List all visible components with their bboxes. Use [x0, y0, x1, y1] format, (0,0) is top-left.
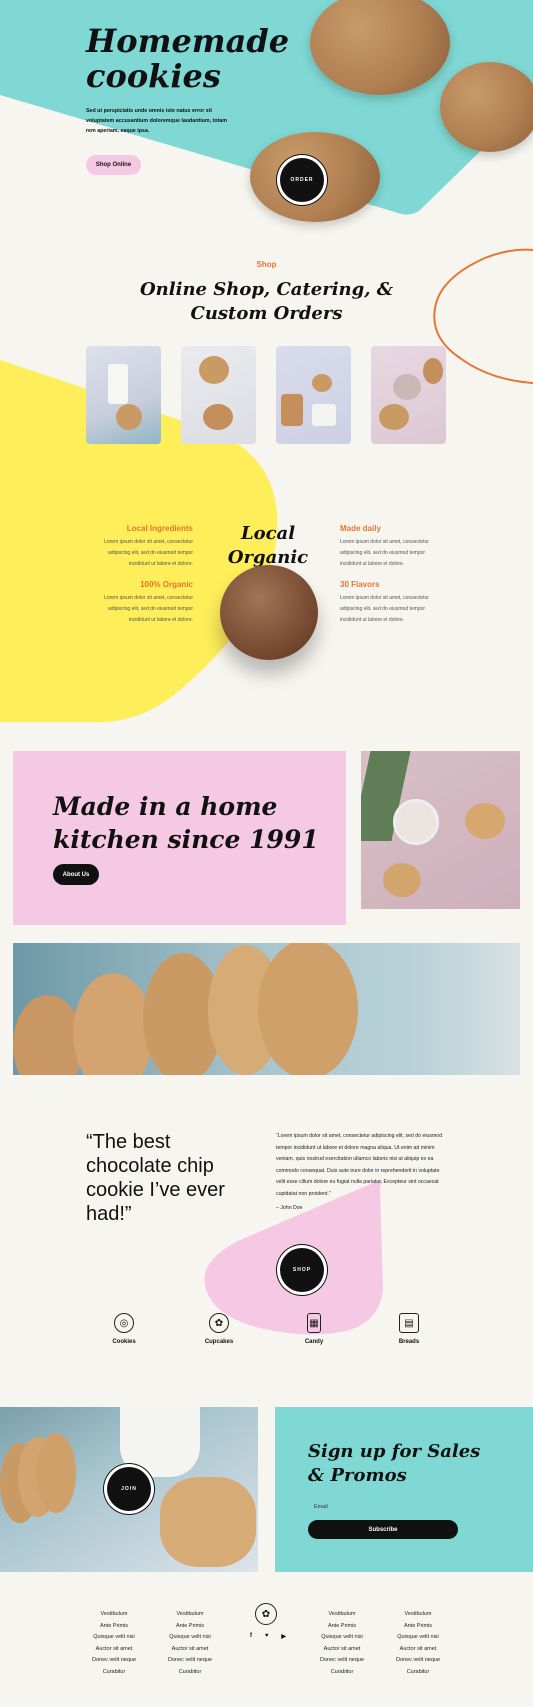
local-organic-heading: Local Organic [227, 523, 309, 568]
category-candy[interactable]: ▦ Candy [284, 1313, 344, 1345]
footer-link[interactable]: Curabitur [312, 1667, 372, 1679]
cookies-banner-photo [13, 943, 520, 1075]
footer-link[interactable]: Curabitur [160, 1667, 220, 1679]
feature-title-organic: 100% Organic [140, 580, 193, 589]
shop-eyebrow: Shop [256, 260, 277, 269]
footer-link[interactable]: Quisque velit nisi [312, 1632, 372, 1644]
footer-link[interactable]: Donec velit neque [160, 1655, 220, 1667]
hero-cookie-right [440, 62, 533, 152]
footer-link[interactable]: Ante Primis [388, 1621, 448, 1633]
facebook-icon[interactable]: f [250, 1633, 252, 1640]
footer-links-col1: Vestibulum Ante Primis Quisque velit nis… [84, 1609, 144, 1678]
feature-text-made-daily: Lorem ipsum dolor sit amet, consectetur … [340, 539, 429, 567]
order-button[interactable]: ORDER [280, 158, 324, 202]
category-cupcakes[interactable]: ✿ Cupcakes [189, 1313, 249, 1345]
testimonial-author: – John Doe [276, 1205, 303, 1211]
footer-link[interactable]: Quisque velit nisi [160, 1632, 220, 1644]
footer-links-col3: Vestibulum Ante Primis Quisque velit nis… [312, 1609, 372, 1678]
about-us-button[interactable]: About Us [53, 864, 99, 885]
shop-online-button[interactable]: Shop Online [86, 155, 141, 175]
subscribe-button[interactable]: Subscribe [308, 1520, 458, 1539]
social-icons: f ♥ ▶ [250, 1633, 286, 1640]
shop-photo-milk-cookies[interactable] [86, 346, 161, 444]
signup-teal-panel [275, 1407, 533, 1572]
footer-logo-icon: ✿ [255, 1603, 277, 1625]
cupcake-icon: ✿ [209, 1313, 229, 1333]
footer-link[interactable]: Ante Primis [312, 1621, 372, 1633]
category-breads[interactable]: ▤ Breads [379, 1313, 439, 1345]
footer-link[interactable]: Quisque velit nisi [84, 1632, 144, 1644]
footer-link[interactable]: Donec velit neque [84, 1655, 144, 1667]
footer-link[interactable]: Vestibulum [160, 1609, 220, 1621]
cookie-icon: ◎ [114, 1313, 134, 1333]
footer-link[interactable]: Donec velit neque [388, 1655, 448, 1667]
footer-link[interactable]: Auctor sit amet [84, 1644, 144, 1656]
feature-title-local-ingredients: Local Ingredients [126, 524, 193, 533]
footer-links-col4: Vestibulum Ante Primis Quisque velit nis… [388, 1609, 448, 1678]
shop-button[interactable]: SHOP [280, 1248, 324, 1292]
footer-link[interactable]: Auctor sit amet [312, 1644, 372, 1656]
hero-text: Sed ut perspiciatis unde omnis iste natu… [86, 108, 227, 134]
join-button[interactable]: JOIN [107, 1467, 151, 1511]
shop-photo-pink-table[interactable] [371, 346, 446, 444]
shop-heading: Online Shop, Catering, & Custom Orders [140, 279, 393, 324]
footer-link[interactable]: Vestibulum [84, 1609, 144, 1621]
bread-icon: ▤ [399, 1313, 419, 1333]
footer-link[interactable]: Curabitur [388, 1667, 448, 1679]
shop-photo-wrapped-cookies[interactable] [181, 346, 256, 444]
testimonial-quote: “The best chocolate chip cookie I’ve eve… [86, 1131, 225, 1225]
feature-title-made-daily: Made daily [340, 524, 381, 533]
email-field[interactable]: Email [308, 1500, 458, 1514]
footer-link[interactable]: Quisque velit nisi [388, 1632, 448, 1644]
about-photo-whisk-cookies [361, 751, 520, 909]
footer-link[interactable]: Ante Primis [84, 1621, 144, 1633]
signup-heading: Sign up for Sales & Promos [308, 1441, 481, 1486]
footer-link[interactable]: Auctor sit amet [160, 1644, 220, 1656]
footer-links-col2: Vestibulum Ante Primis Quisque velit nis… [160, 1609, 220, 1678]
feature-text-organic: Lorem ipsum dolor sit amet, consectetur … [104, 595, 193, 623]
feature-text-flavors: Lorem ipsum dolor sit amet, consectetur … [340, 595, 429, 623]
hero-title: Homemade cookies [86, 22, 290, 95]
footer-link[interactable]: Vestibulum [312, 1609, 372, 1621]
footer-link[interactable]: Curabitur [84, 1667, 144, 1679]
footer-link[interactable]: Donec velit neque [312, 1655, 372, 1667]
chocolate-macaron-image [220, 565, 318, 660]
feature-title-flavors: 30 Flavors [340, 580, 380, 589]
feature-text-local-ingredients: Lorem ipsum dolor sit amet, consectetur … [104, 539, 193, 567]
twitter-icon[interactable]: ♥ [265, 1633, 269, 1640]
footer-link[interactable]: Vestibulum [388, 1609, 448, 1621]
candy-icon: ▦ [307, 1313, 321, 1333]
shop-photo-hand-cookie[interactable] [276, 346, 351, 444]
category-cookies[interactable]: ◎ Cookies [94, 1313, 154, 1345]
footer-link[interactable]: Ante Primis [160, 1621, 220, 1633]
about-heading: Made in a home kitchen since 1991 [53, 792, 319, 854]
footer-link[interactable]: Auctor sit amet [388, 1644, 448, 1656]
youtube-icon[interactable]: ▶ [281, 1633, 286, 1640]
testimonial-text: “Lorem ipsum dolor sit amet, consectetur… [276, 1133, 443, 1197]
